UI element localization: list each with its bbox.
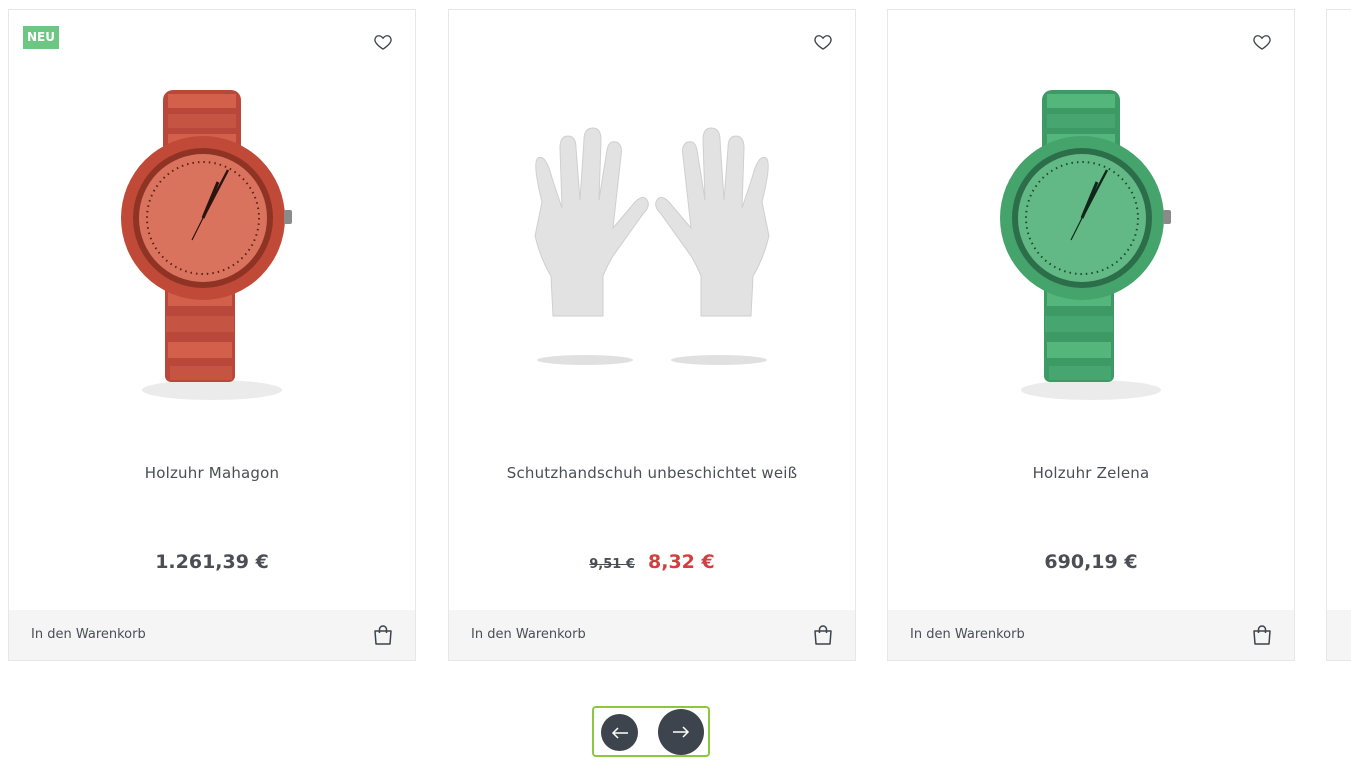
- product-price: 1.261,39 €: [155, 551, 269, 573]
- product-image-watch-mahogany[interactable]: [62, 72, 362, 412]
- arrow-left-icon: [611, 726, 628, 739]
- product-card-partial: [1326, 9, 1351, 661]
- price-row: 690,19 €: [888, 551, 1294, 573]
- shopping-bag-icon: [1253, 625, 1271, 645]
- slider-navigation: [592, 706, 710, 757]
- price-row: 9,51 € 8,32 €: [449, 551, 855, 573]
- shopping-bag-icon: [374, 625, 392, 645]
- heart-icon[interactable]: [1252, 32, 1272, 52]
- old-price: 9,51 €: [589, 557, 635, 572]
- product-name[interactable]: Schutzhandschuh unbeschichtet weiß: [449, 464, 855, 482]
- shopping-bag-icon: [814, 625, 832, 645]
- add-to-cart-label: In den Warenkorb: [471, 627, 586, 642]
- product-name[interactable]: Holzuhr Zelena: [888, 464, 1294, 482]
- previous-button[interactable]: [601, 714, 638, 751]
- add-to-cart-button[interactable]: In den Warenkorb: [9, 610, 415, 660]
- arrow-right-icon: [673, 726, 690, 738]
- add-to-cart-button[interactable]: In den Warenkorb: [449, 610, 855, 660]
- product-card: NEU Holzuhr Mahagon 1.261,39 € In den Wa…: [8, 9, 416, 661]
- next-button[interactable]: [658, 709, 704, 755]
- product-price: 690,19 €: [1044, 551, 1138, 573]
- add-to-cart-label: In den Warenkorb: [910, 627, 1025, 642]
- product-image-watch-green[interactable]: [941, 72, 1241, 412]
- product-card: Holzuhr Zelena 690,19 € In den Warenkorb: [887, 9, 1295, 661]
- add-to-cart-strip: [1327, 610, 1351, 660]
- new-badge: NEU: [23, 26, 59, 49]
- heart-icon[interactable]: [813, 32, 833, 52]
- product-image-white-gloves[interactable]: [502, 72, 802, 412]
- product-name[interactable]: Holzuhr Mahagon: [9, 464, 415, 482]
- price-row: 1.261,39 €: [9, 551, 415, 573]
- sale-price: 8,32 €: [648, 551, 715, 573]
- product-card: Schutzhandschuh unbeschichtet weiß 9,51 …: [448, 9, 856, 661]
- add-to-cart-button[interactable]: In den Warenkorb: [888, 610, 1294, 660]
- heart-icon[interactable]: [373, 32, 393, 52]
- add-to-cart-label: In den Warenkorb: [31, 627, 146, 642]
